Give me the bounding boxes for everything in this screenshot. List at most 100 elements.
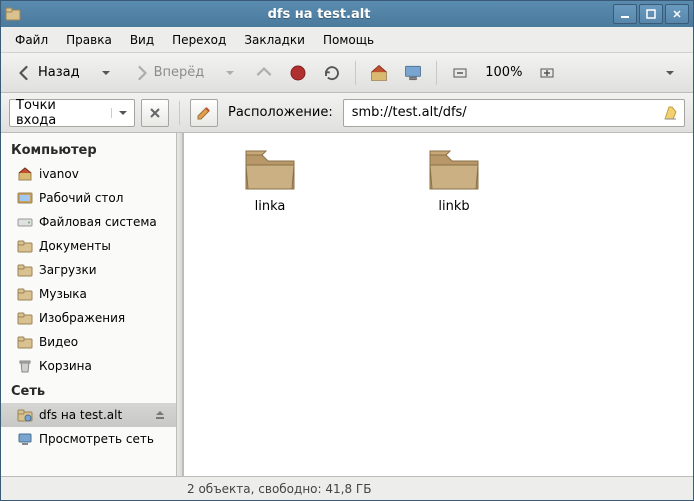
- window-controls: [613, 4, 689, 24]
- menu-bookmarks[interactable]: Закладки: [236, 29, 313, 51]
- file-item[interactable]: linka: [228, 145, 312, 214]
- arrow-right-icon: [132, 64, 150, 82]
- sidebar-item[interactable]: ivanov: [1, 162, 176, 186]
- file-label: linkb: [438, 199, 469, 214]
- sidebar-item[interactable]: Документы: [1, 234, 176, 258]
- menubar: Файл Правка Вид Переход Закладки Помощь: [1, 27, 693, 53]
- overflow-button[interactable]: [655, 58, 685, 88]
- netbrowse-icon: [17, 431, 33, 447]
- stop-button[interactable]: [283, 58, 313, 88]
- plus-icon: [539, 65, 555, 81]
- file-view[interactable]: linka linkb: [183, 133, 693, 476]
- body: Компьютер ivanov Рабочий стол Файловая сис…: [1, 133, 693, 476]
- stop-icon: [289, 64, 307, 82]
- location-input[interactable]: [348, 105, 662, 120]
- up-button: [249, 58, 279, 88]
- eject-icon[interactable]: [154, 409, 166, 421]
- location-bar: Точки входа Расположение:: [1, 93, 693, 133]
- sidebar-item-label: Музыка: [39, 287, 166, 301]
- computer-icon: [403, 63, 423, 83]
- sidebar-header-network: Сеть: [1, 378, 176, 403]
- menu-help[interactable]: Помощь: [315, 29, 382, 51]
- computer-button[interactable]: [398, 58, 428, 88]
- netfolder-icon: [17, 407, 33, 423]
- reload-button[interactable]: [317, 58, 347, 88]
- forward-dropdown: [215, 58, 245, 88]
- titlebar: dfs на test.alt: [1, 1, 693, 27]
- sidebar-item[interactable]: Загрузки: [1, 258, 176, 282]
- back-dropdown[interactable]: [91, 58, 121, 88]
- forward-label: Вперёд: [154, 65, 205, 80]
- app-icon: [5, 6, 21, 22]
- sidebar-item[interactable]: Рабочий стол: [1, 186, 176, 210]
- back-label: Назад: [38, 65, 80, 80]
- sidebar-item-label: ivanov: [39, 167, 166, 181]
- toolbar-separator: [436, 61, 437, 85]
- sidebar-item-label: Документы: [39, 239, 166, 253]
- reload-icon: [323, 64, 341, 82]
- desktop-icon: [17, 190, 33, 206]
- location-label: Расположение:: [224, 105, 337, 120]
- sidebar-item[interactable]: Просмотреть сеть: [1, 427, 176, 451]
- menu-edit[interactable]: Правка: [58, 29, 120, 51]
- sidebar-item-label: Файловая система: [39, 215, 166, 229]
- sidebar-item-label: Просмотреть сеть: [39, 432, 166, 446]
- minimize-button[interactable]: [613, 4, 637, 24]
- sidebar: Компьютер ivanov Рабочий стол Файловая сис…: [1, 133, 177, 476]
- file-label: linka: [255, 199, 286, 214]
- close-places-button[interactable]: [141, 99, 169, 127]
- folder-icon: [242, 145, 298, 193]
- folder-icon: [17, 310, 33, 326]
- chevron-down-icon: [225, 68, 235, 78]
- minus-icon: [452, 65, 468, 81]
- folder-icon: [17, 334, 33, 350]
- sidebar-item[interactable]: Файловая система: [1, 210, 176, 234]
- maximize-button[interactable]: [639, 4, 663, 24]
- sidebar-item[interactable]: Музыка: [1, 282, 176, 306]
- sidebar-item[interactable]: Видео: [1, 330, 176, 354]
- folder-icon: [17, 286, 33, 302]
- zoom-level: 100%: [479, 65, 528, 80]
- menu-file[interactable]: Файл: [7, 29, 56, 51]
- sidebar-item-label: Видео: [39, 335, 166, 349]
- home-icon: [17, 166, 33, 182]
- window-title: dfs на test.alt: [25, 7, 613, 22]
- statusbar: 2 объекта, свободно: 41,8 ГБ: [1, 476, 693, 500]
- toolbar: Назад Вперёд 100%: [1, 53, 693, 93]
- separator: [179, 101, 180, 125]
- zoom-in-button[interactable]: [532, 58, 562, 88]
- pencil-icon: [196, 105, 212, 121]
- sidebar-item-label: Рабочий стол: [39, 191, 166, 205]
- file-item[interactable]: linkb: [412, 145, 496, 214]
- home-button[interactable]: [364, 58, 394, 88]
- zoom-out-button[interactable]: [445, 58, 475, 88]
- folder-icon: [17, 262, 33, 278]
- places-combo-label: Точки входа: [16, 98, 99, 128]
- drive-icon: [17, 214, 33, 230]
- sidebar-item-label: Загрузки: [39, 263, 166, 277]
- places-combo[interactable]: Точки входа: [9, 99, 135, 127]
- sidebar-item-label: Изображения: [39, 311, 166, 325]
- home-icon: [369, 63, 389, 83]
- back-button[interactable]: Назад: [9, 58, 87, 88]
- status-text: 2 объекта, свободно: 41,8 ГБ: [187, 482, 371, 496]
- close-icon: [149, 107, 161, 119]
- arrow-up-icon: [255, 64, 273, 82]
- edit-path-button[interactable]: [190, 99, 218, 127]
- trash-icon: [17, 358, 33, 374]
- menu-view[interactable]: Вид: [122, 29, 162, 51]
- arrow-left-icon: [16, 64, 34, 82]
- menu-go[interactable]: Переход: [164, 29, 234, 51]
- folder-icon: [426, 145, 482, 193]
- sidebar-header-computer: Компьютер: [1, 137, 176, 162]
- clear-location-icon[interactable]: [662, 104, 680, 122]
- sidebar-item[interactable]: Корзина: [1, 354, 176, 378]
- chevron-down-icon: [101, 68, 111, 78]
- folder-icon: [17, 238, 33, 254]
- sidebar-item[interactable]: Изображения: [1, 306, 176, 330]
- window: dfs на test.alt Файл Правка Вид Переход …: [0, 0, 694, 501]
- sidebar-item[interactable]: dfs на test.alt: [1, 403, 176, 427]
- sidebar-item-label: Корзина: [39, 359, 166, 373]
- close-button[interactable]: [665, 4, 689, 24]
- chevron-down-icon: [111, 108, 128, 118]
